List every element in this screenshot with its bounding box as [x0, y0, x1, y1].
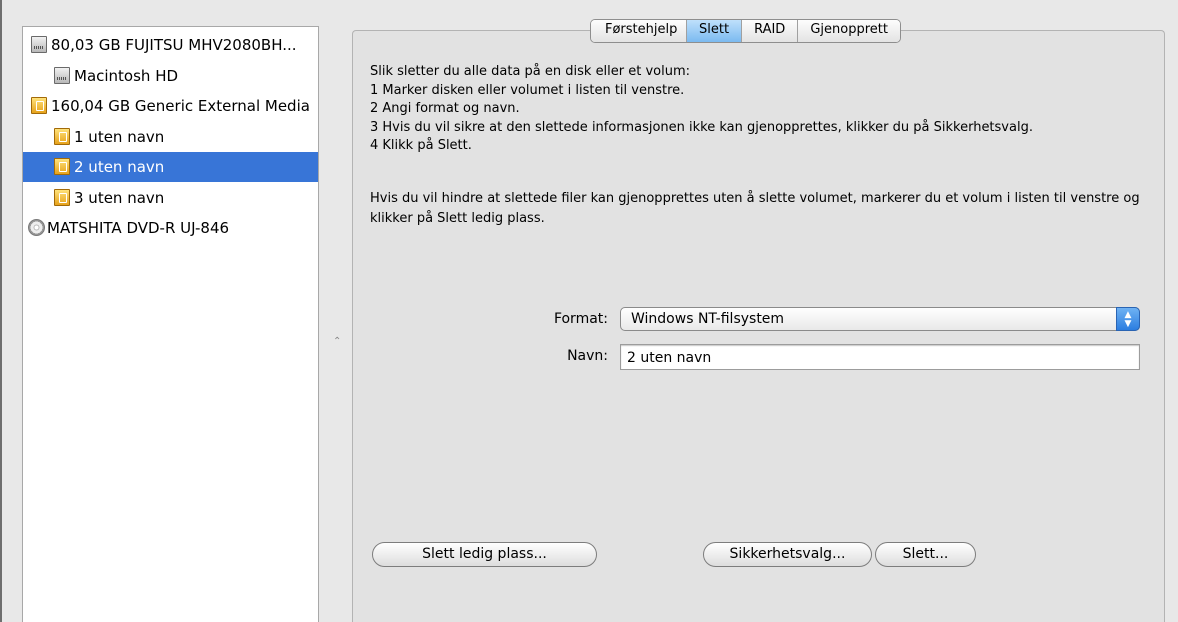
disk-list[interactable]: 80,03 GB FUJITSU MHV2080BH... Macintosh … [22, 26, 319, 622]
sidebar-item-generic-external-media[interactable]: 160,04 GB Generic External Media [23, 91, 318, 121]
sidebar-item-label: 160,04 GB Generic External Media [51, 97, 310, 115]
tab-bar: Førstehjelp Slett RAID Gjenopprett [590, 19, 901, 43]
sidebar-item-volume-1[interactable]: 1 uten navn [23, 122, 318, 152]
sidebar-item-dvd-drive[interactable]: MATSHITA DVD-R UJ-846 [23, 213, 318, 243]
split-view-handle[interactable]: ⌃ [333, 337, 341, 347]
name-field-value: 2 uten navn [627, 350, 712, 366]
erase-free-space-button[interactable]: Slett ledig plass... [372, 542, 597, 567]
format-selected-value: Windows NT-filsystem [631, 311, 785, 327]
tab-first-aid[interactable]: Førstehjelp [591, 20, 687, 42]
erase-instructions: Slik sletter du alle data på en disk ell… [370, 63, 1033, 156]
format-select[interactable]: Windows NT-filsystem ▲ ▼ [620, 307, 1140, 331]
sidebar-item-label: Macintosh HD [74, 67, 179, 85]
instruction-step: 1 Marker disken eller volumet i listen t… [370, 82, 685, 98]
sidebar-item-volume-2[interactable]: 2 uten navn [23, 152, 318, 182]
sidebar-item-label: 1 uten navn [74, 128, 165, 146]
instruction-step: 4 Klikk på Slett. [370, 138, 472, 153]
erase-button[interactable]: Slett... [875, 542, 976, 567]
updown-arrows-icon: ▲ ▼ [1116, 307, 1140, 331]
instruction-step: 3 Hvis du vil sikre at den slettede info… [370, 119, 1033, 135]
security-options-button[interactable]: Sikkerhetsvalg... [703, 542, 872, 567]
external-drive-icon [54, 189, 70, 206]
sidebar-item-macintosh-hd[interactable]: Macintosh HD [23, 61, 318, 91]
sidebar-item-label: MATSHITA DVD-R UJ-846 [47, 219, 230, 237]
sidebar-item-fujitsu-disk[interactable]: 80,03 GB FUJITSU MHV2080BH... [23, 30, 318, 60]
external-drive-icon [54, 128, 70, 145]
name-label: Navn: [567, 348, 608, 364]
window-edge [0, 0, 2, 622]
sidebar-item-label: 3 uten navn [74, 189, 165, 207]
tab-erase[interactable]: Slett [687, 20, 743, 42]
hard-drive-icon [31, 36, 47, 53]
external-drive-icon [31, 97, 47, 114]
tab-raid[interactable]: RAID [742, 20, 799, 42]
sidebar-item-label: 80,03 GB FUJITSU MHV2080BH... [51, 36, 297, 54]
tab-restore[interactable]: Gjenopprett [798, 20, 900, 42]
dvd-drive-icon [28, 219, 45, 236]
instruction-heading: Slik sletter du alle data på en disk ell… [370, 64, 691, 79]
instruction-step: 2 Angi format og navn. [370, 101, 520, 116]
sidebar-item-volume-3[interactable]: 3 uten navn [23, 183, 318, 213]
sidebar-item-label: 2 uten navn [74, 158, 165, 176]
format-label: Format: [553, 311, 608, 327]
name-field[interactable]: 2 uten navn [620, 344, 1140, 370]
external-drive-icon [54, 158, 70, 175]
erase-free-space-help: Hvis du vil hindre at slettede filer kan… [370, 191, 1140, 226]
hard-drive-icon [54, 67, 70, 84]
